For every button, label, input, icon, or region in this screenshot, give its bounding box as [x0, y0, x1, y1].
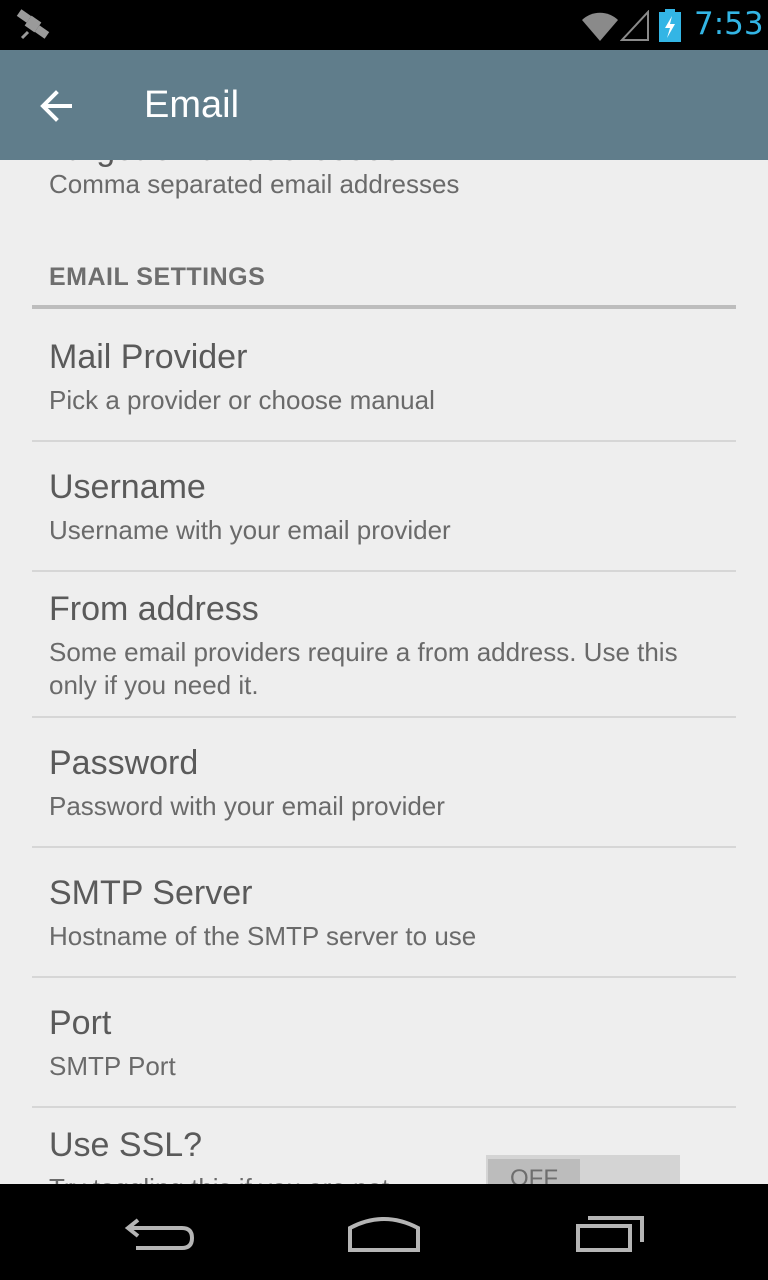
navigation-bar [0, 1184, 768, 1280]
recents-nav-icon[interactable] [574, 1214, 646, 1254]
back-button[interactable] [26, 75, 86, 135]
pref-title: Username [49, 468, 206, 506]
category-email-settings: EMAIL SETTINGS [49, 263, 266, 291]
pref-title: Password [49, 744, 199, 782]
arrow-left-icon [40, 90, 72, 122]
pref-title: From address [49, 590, 259, 628]
pref-summary: Password with your email provider [49, 791, 445, 821]
preference-list[interactable]: Target email addresses Comma separated e… [0, 160, 768, 1184]
pref-from-address[interactable]: From address Some email providers requir… [32, 572, 736, 716]
switch-thumb: OFF [488, 1159, 580, 1184]
pref-smtp-server[interactable]: SMTP Server Hostname of the SMTP server … [32, 848, 736, 976]
pref-title: Use SSL? [49, 1126, 203, 1164]
category-divider [32, 305, 736, 309]
pref-title: SMTP Server [49, 874, 253, 912]
pref-target-emails[interactable]: Target email addresses Comma separated e… [32, 160, 736, 230]
battery-charging-icon [659, 9, 681, 42]
pref-summary: Some email providers require a from addr… [49, 637, 678, 700]
page-title: Email [144, 84, 240, 126]
action-bar: Email [0, 50, 768, 160]
pref-password[interactable]: Password Password with your email provid… [32, 718, 736, 846]
pref-summary: SMTP Port [49, 1051, 176, 1081]
back-nav-icon[interactable] [124, 1214, 196, 1254]
status-bar: 7:53 [0, 0, 768, 50]
pref-title: Mail Provider [49, 338, 248, 376]
pref-summary: Comma separated email addresses [49, 169, 460, 199]
pref-summary: Pick a provider or choose manual [49, 385, 435, 415]
status-clock: 7:53 [694, 6, 764, 42]
pref-title: Port [49, 1004, 112, 1042]
satellite-icon [16, 9, 50, 40]
signal-icon [620, 10, 649, 41]
pref-port[interactable]: Port SMTP Port [32, 978, 736, 1106]
pref-summary: Try toggling this if you are not [49, 1172, 469, 1184]
wifi-icon [582, 12, 618, 41]
home-nav-icon[interactable] [346, 1212, 422, 1254]
pref-summary: Hostname of the SMTP server to use [49, 921, 477, 951]
pref-username[interactable]: Username Username with your email provid… [32, 442, 736, 570]
pref-summary: Username with your email provider [49, 515, 451, 545]
ssl-toggle-switch[interactable]: OFF [486, 1155, 680, 1184]
pref-mail-provider[interactable]: Mail Provider Pick a provider or choose … [32, 310, 736, 440]
